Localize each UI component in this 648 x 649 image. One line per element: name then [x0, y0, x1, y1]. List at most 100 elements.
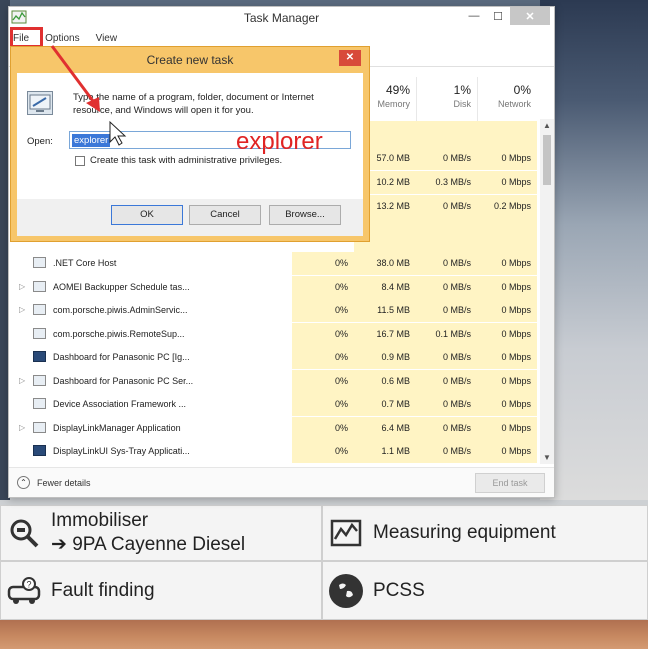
table-row[interactable]: Device Association Framework ... 0% 0.7 MB…: [9, 393, 537, 416]
process-memory: 8.4 MB: [354, 275, 416, 299]
process-cpu: 0%: [292, 369, 354, 393]
process-cpu: 0%: [292, 393, 354, 416]
expand-chevron-icon[interactable]: ▷: [19, 305, 25, 314]
process-icon: [33, 374, 46, 386]
tile-fault-finding[interactable]: ? Fault finding: [0, 561, 322, 620]
process-cpu: 0%: [292, 440, 354, 463]
process-disk: 0 MB/s: [416, 275, 477, 299]
upper-row-2-network: 0 Mbps: [477, 171, 537, 194]
measuring-icon: [329, 516, 363, 550]
open-input-selected-text: explorer: [72, 134, 111, 147]
process-memory: 11.5 MB: [354, 299, 416, 322]
network-percent: 0%: [513, 83, 531, 97]
expand-chevron-icon[interactable]: ▷: [19, 282, 25, 291]
process-list-scrollbar[interactable]: ▲ ▼: [540, 119, 554, 464]
open-label: Open:: [27, 136, 53, 147]
task-manager-footer: ⌃ Fewer details End task: [9, 467, 554, 497]
dialog-close-icon[interactable]: ✕: [339, 50, 361, 66]
background-bottom-strip: [0, 620, 648, 649]
process-cpu: 0%: [292, 346, 354, 369]
admin-privileges-checkbox[interactable]: [75, 155, 85, 166]
scroll-up-icon[interactable]: ▲: [543, 121, 551, 130]
process-name: Dashboard for Panasonic PC [Ig...: [53, 352, 190, 362]
background-right-strip: [540, 0, 648, 500]
upper-row-3-disk: 0 MB/s: [416, 195, 477, 218]
magnifier-icon: [7, 516, 41, 550]
table-row[interactable]: Dashboard for Panasonic PC [Ig... 0% 0.9 M…: [9, 346, 537, 369]
process-memory: 0.9 MB: [354, 346, 416, 369]
dialog-description: Type the name of a program, folder, docu…: [73, 92, 314, 116]
expand-chevron-icon[interactable]: ▷: [19, 376, 25, 385]
browse-button[interactable]: Browse...: [269, 205, 341, 225]
column-header-network[interactable]: 0% Network: [477, 77, 537, 121]
process-icon: [33, 280, 46, 292]
minimize-icon[interactable]: —: [462, 7, 486, 25]
process-disk: 0 MB/s: [416, 393, 477, 416]
process-cpu: 0%: [292, 416, 354, 440]
process-disk: 0 MB/s: [416, 299, 477, 322]
process-icon: [33, 257, 46, 268]
scroll-down-icon[interactable]: ▼: [543, 453, 551, 462]
car-question-icon: ?: [7, 574, 41, 608]
process-cpu: 0%: [292, 322, 354, 346]
process-network: 0 Mbps: [477, 346, 537, 369]
process-memory: 16.7 MB: [354, 322, 416, 346]
table-row[interactable]: .NET Core Host 0% 38.0 MB 0 MB/s 0 Mbps: [9, 252, 537, 275]
process-disk: 0 MB/s: [416, 440, 477, 463]
menu-view[interactable]: View: [96, 33, 118, 44]
fewer-details-label: Fewer details: [37, 477, 91, 488]
table-row[interactable]: DisplayLinkUI Sys-Tray Applicati... 0% 1.1…: [9, 440, 537, 463]
process-memory: 0.7 MB: [354, 393, 416, 416]
expand-chevron-icon[interactable]: ▷: [19, 423, 25, 432]
dialog-button-row: OK Cancel Browse...: [17, 199, 363, 236]
process-name: .NET Core Host: [53, 258, 117, 268]
process-icon: [33, 398, 46, 409]
table-row[interactable]: ▷ com.porsche.piwis.AdminServic... 0% 11.5 …: [9, 299, 537, 322]
process-icon: [33, 421, 46, 433]
tile-immobiliser-title: Immobiliser: [51, 510, 149, 531]
process-name: DisplayLinkUI Sys-Tray Applicati...: [53, 446, 190, 456]
tile-immobiliser[interactable]: Immobiliser ➔ 9PA Cayenne Diesel: [0, 505, 322, 561]
process-icon: [33, 327, 46, 339]
process-network: 0 Mbps: [477, 369, 537, 393]
process-network: 0 Mbps: [477, 416, 537, 440]
process-network: 0 Mbps: [477, 252, 537, 275]
menu-options[interactable]: Options: [45, 33, 79, 44]
dialog-title: Create new task: [146, 53, 234, 67]
process-network: 0 Mbps: [477, 322, 537, 346]
task-manager-titlebar[interactable]: Task Manager — ☐ ✕: [9, 7, 554, 29]
admin-privileges-checkbox-row[interactable]: Create this task with administrative pri…: [75, 155, 282, 166]
process-cpu: 0%: [292, 252, 354, 275]
process-icon: [33, 351, 46, 362]
disk-label: Disk: [453, 99, 472, 109]
process-cpu: 0%: [292, 275, 354, 299]
process-name: com.porsche.piwis.AdminServic...: [53, 305, 188, 315]
tile-pcss[interactable]: PCSS: [322, 561, 648, 620]
upper-row-1-disk: 0 MB/s: [416, 147, 477, 170]
table-row[interactable]: ▷ Dashboard for Panasonic PC Ser... 0% 0.6 …: [9, 369, 537, 393]
file-menu-highlight-box: [10, 27, 43, 48]
process-disk: 0 MB/s: [416, 252, 477, 275]
tile-measuring-equipment[interactable]: Measuring equipment: [322, 505, 648, 561]
process-cpu: 0%: [292, 299, 354, 322]
background-tile-grid: Immobiliser ➔ 9PA Cayenne Diesel Measuri…: [0, 505, 648, 620]
table-row[interactable]: ▷ DisplayLinkManager Application 0% 6.4 MB 0…: [9, 416, 537, 440]
globe-icon: [329, 573, 363, 608]
table-row[interactable]: com.porsche.piwis.RemoteSup... 0% 16.7 MB 0…: [9, 322, 537, 346]
column-header-disk[interactable]: 1% Disk: [416, 77, 477, 121]
process-name: DisplayLinkManager Application: [53, 422, 181, 433]
fewer-details-link[interactable]: ⌃ Fewer details: [17, 476, 91, 489]
maximize-icon[interactable]: ☐: [486, 7, 510, 25]
upper-highlight-strip: [354, 121, 537, 147]
tile-fault-finding-title: Fault finding: [51, 579, 155, 601]
task-manager-menubar: File Options View: [9, 27, 554, 48]
dialog-titlebar[interactable]: Create new task ✕: [11, 47, 369, 71]
end-task-button[interactable]: End task: [475, 473, 545, 493]
table-row[interactable]: ▷ AOMEI Backupper Schedule tas... 0% 8.4 MB…: [9, 275, 537, 299]
ok-button[interactable]: OK: [111, 205, 183, 225]
scrollbar-thumb[interactable]: [543, 135, 551, 185]
close-icon[interactable]: ✕: [510, 7, 550, 25]
cancel-button[interactable]: Cancel: [189, 205, 261, 225]
run-program-icon: [27, 91, 53, 115]
tile-immobiliser-subtitle: ➔ 9PA Cayenne Diesel: [51, 534, 246, 555]
